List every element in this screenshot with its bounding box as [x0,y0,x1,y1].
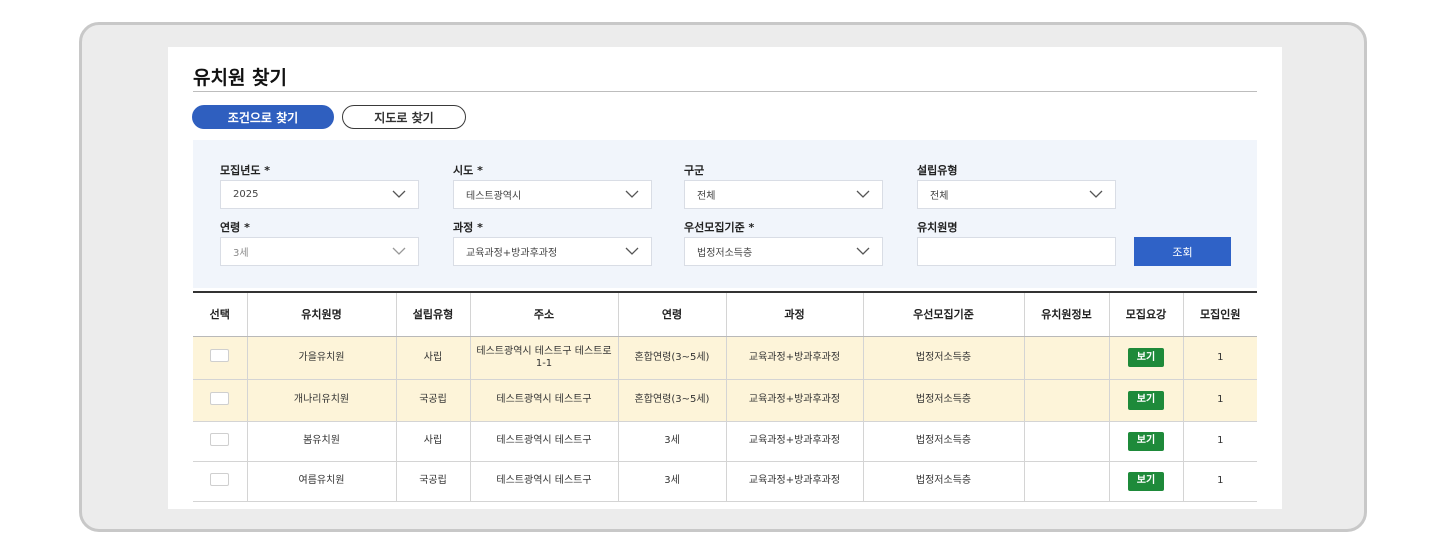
table-row: 가을유치원 사립 테스트광역시 테스트구 테스트로 1-1 혼합연령(3~5세)… [193,336,1257,380]
year-value: 2025 [233,189,259,200]
cell-info [1024,336,1110,380]
chevron-down-icon [392,247,406,255]
age-label: 연령 * [220,221,250,234]
cell-age: 혼합연령(3~5세) [618,336,727,380]
title-divider [193,91,1257,92]
cell-type: 국공립 [396,461,471,502]
filter-panel: 모집년도 * 시도 * 구군 설립유형 2025 테스트광역시 전체 전체 연령… [193,140,1257,288]
header-priority: 우선모집기준 [863,291,1025,337]
gugun-label: 구군 [684,164,705,177]
cell-priority: 법정저소득층 [863,336,1025,380]
cell-address: 테스트광역시 테스트구 [470,461,619,502]
sido-select[interactable]: 테스트광역시 [453,180,652,209]
page-title: 유치원 찾기 [193,67,288,89]
priority-select[interactable]: 법정저소득층 [684,237,883,266]
cell-type: 사립 [396,336,471,380]
name-label: 유치원명 [917,221,958,234]
cell-age: 혼합연령(3~5세) [618,379,727,422]
type-value: 전체 [930,191,949,202]
view-guide-button[interactable]: 보기 [1128,390,1164,410]
cell-count: 1 [1183,461,1257,502]
kindergarten-name-input[interactable] [917,237,1116,266]
cell-address: 테스트광역시 테스트구 [470,421,619,462]
cell-count: 1 [1183,379,1257,422]
header-course: 과정 [726,291,864,337]
priority-value: 법정저소득층 [697,248,753,259]
cell-course: 교육과정+방과후과정 [726,461,864,502]
cell-name: 여름유치원 [247,461,397,502]
cell-address: 테스트광역시 테스트구 [470,379,619,422]
search-button[interactable]: 조회 [1134,237,1231,266]
priority-label: 우선모집기준 * [684,221,755,234]
row-checkbox[interactable] [210,472,230,486]
header-age: 연령 [618,291,727,337]
table-row: 봄유치원 사립 테스트광역시 테스트구 3세 교육과정+방과후과정 법정저소득층… [193,421,1257,462]
chevron-down-icon [625,190,639,198]
chevron-down-icon [392,190,406,198]
chevron-down-icon [856,190,870,198]
chevron-down-icon [625,247,639,255]
search-mode-tabs: 조건으로 찾기 지도로 찾기 [192,105,466,129]
header-name: 유치원명 [247,291,397,337]
view-guide-button[interactable]: 보기 [1128,431,1164,451]
table-header-row: 선택 유치원명 설립유형 주소 연령 과정 우선모집기준 유치원정보 모집요강 … [193,291,1257,337]
cell-name: 가을유치원 [247,336,397,380]
course-value: 교육과정+방과후과정 [466,248,558,259]
view-guide-button[interactable]: 보기 [1128,348,1164,367]
sido-label: 시도 * [453,164,483,177]
course-select[interactable]: 교육과정+방과후과정 [453,237,652,266]
cell-course: 교육과정+방과후과정 [726,379,864,422]
cell-name: 개나리유치원 [247,379,397,422]
cell-info [1024,461,1110,502]
cell-info [1024,379,1110,422]
header-guide: 모집요강 [1109,291,1184,337]
cell-count: 1 [1183,421,1257,462]
header-select: 선택 [193,291,248,337]
year-select[interactable]: 2025 [220,180,419,209]
cell-age: 3세 [618,461,727,502]
cell-name: 봄유치원 [247,421,397,462]
age-select[interactable]: 3세 [220,237,419,266]
cell-priority: 법정저소득층 [863,379,1025,422]
cell-age: 3세 [618,421,727,462]
cell-type: 사립 [396,421,471,462]
page-container: 유치원 찾기 조건으로 찾기 지도로 찾기 모집년도 * 시도 * 구군 설립유… [168,47,1282,509]
cell-course: 교육과정+방과후과정 [726,336,864,380]
header-type: 설립유형 [396,291,471,337]
cell-type: 국공립 [396,379,471,422]
device-frame: 유치원 찾기 조건으로 찾기 지도로 찾기 모집년도 * 시도 * 구군 설립유… [79,22,1367,532]
tab-search-by-map[interactable]: 지도로 찾기 [342,105,466,129]
gugun-value: 전체 [697,191,716,202]
results-table: 선택 유치원명 설립유형 주소 연령 과정 우선모집기준 유치원정보 모집요강 … [193,291,1257,502]
header-count: 모집인원 [1183,291,1257,337]
gugun-select[interactable]: 전체 [684,180,883,209]
row-checkbox[interactable] [210,432,230,446]
cell-info [1024,421,1110,462]
row-checkbox[interactable] [210,349,230,362]
year-label: 모집년도 * [220,164,271,177]
cell-priority: 법정저소득층 [863,421,1025,462]
cell-address: 테스트광역시 테스트구 테스트로 1-1 [470,336,619,380]
cell-priority: 법정저소득층 [863,461,1025,502]
table-row: 개나리유치원 국공립 테스트광역시 테스트구 혼합연령(3~5세) 교육과정+방… [193,379,1257,422]
sido-value: 테스트광역시 [466,191,522,202]
chevron-down-icon [1089,190,1103,198]
age-value: 3세 [233,248,249,259]
type-select[interactable]: 전체 [917,180,1116,209]
header-address: 주소 [470,291,619,337]
tab-search-by-condition[interactable]: 조건으로 찾기 [192,105,334,129]
cell-count: 1 [1183,336,1257,380]
table-row: 여름유치원 국공립 테스트광역시 테스트구 3세 교육과정+방과후과정 법정저소… [193,461,1257,502]
view-guide-button[interactable]: 보기 [1128,471,1164,491]
header-info: 유치원정보 [1024,291,1110,337]
course-label: 과정 * [453,221,483,234]
chevron-down-icon [856,247,870,255]
type-label: 설립유형 [917,164,958,177]
row-checkbox[interactable] [210,391,230,405]
cell-course: 교육과정+방과후과정 [726,421,864,462]
